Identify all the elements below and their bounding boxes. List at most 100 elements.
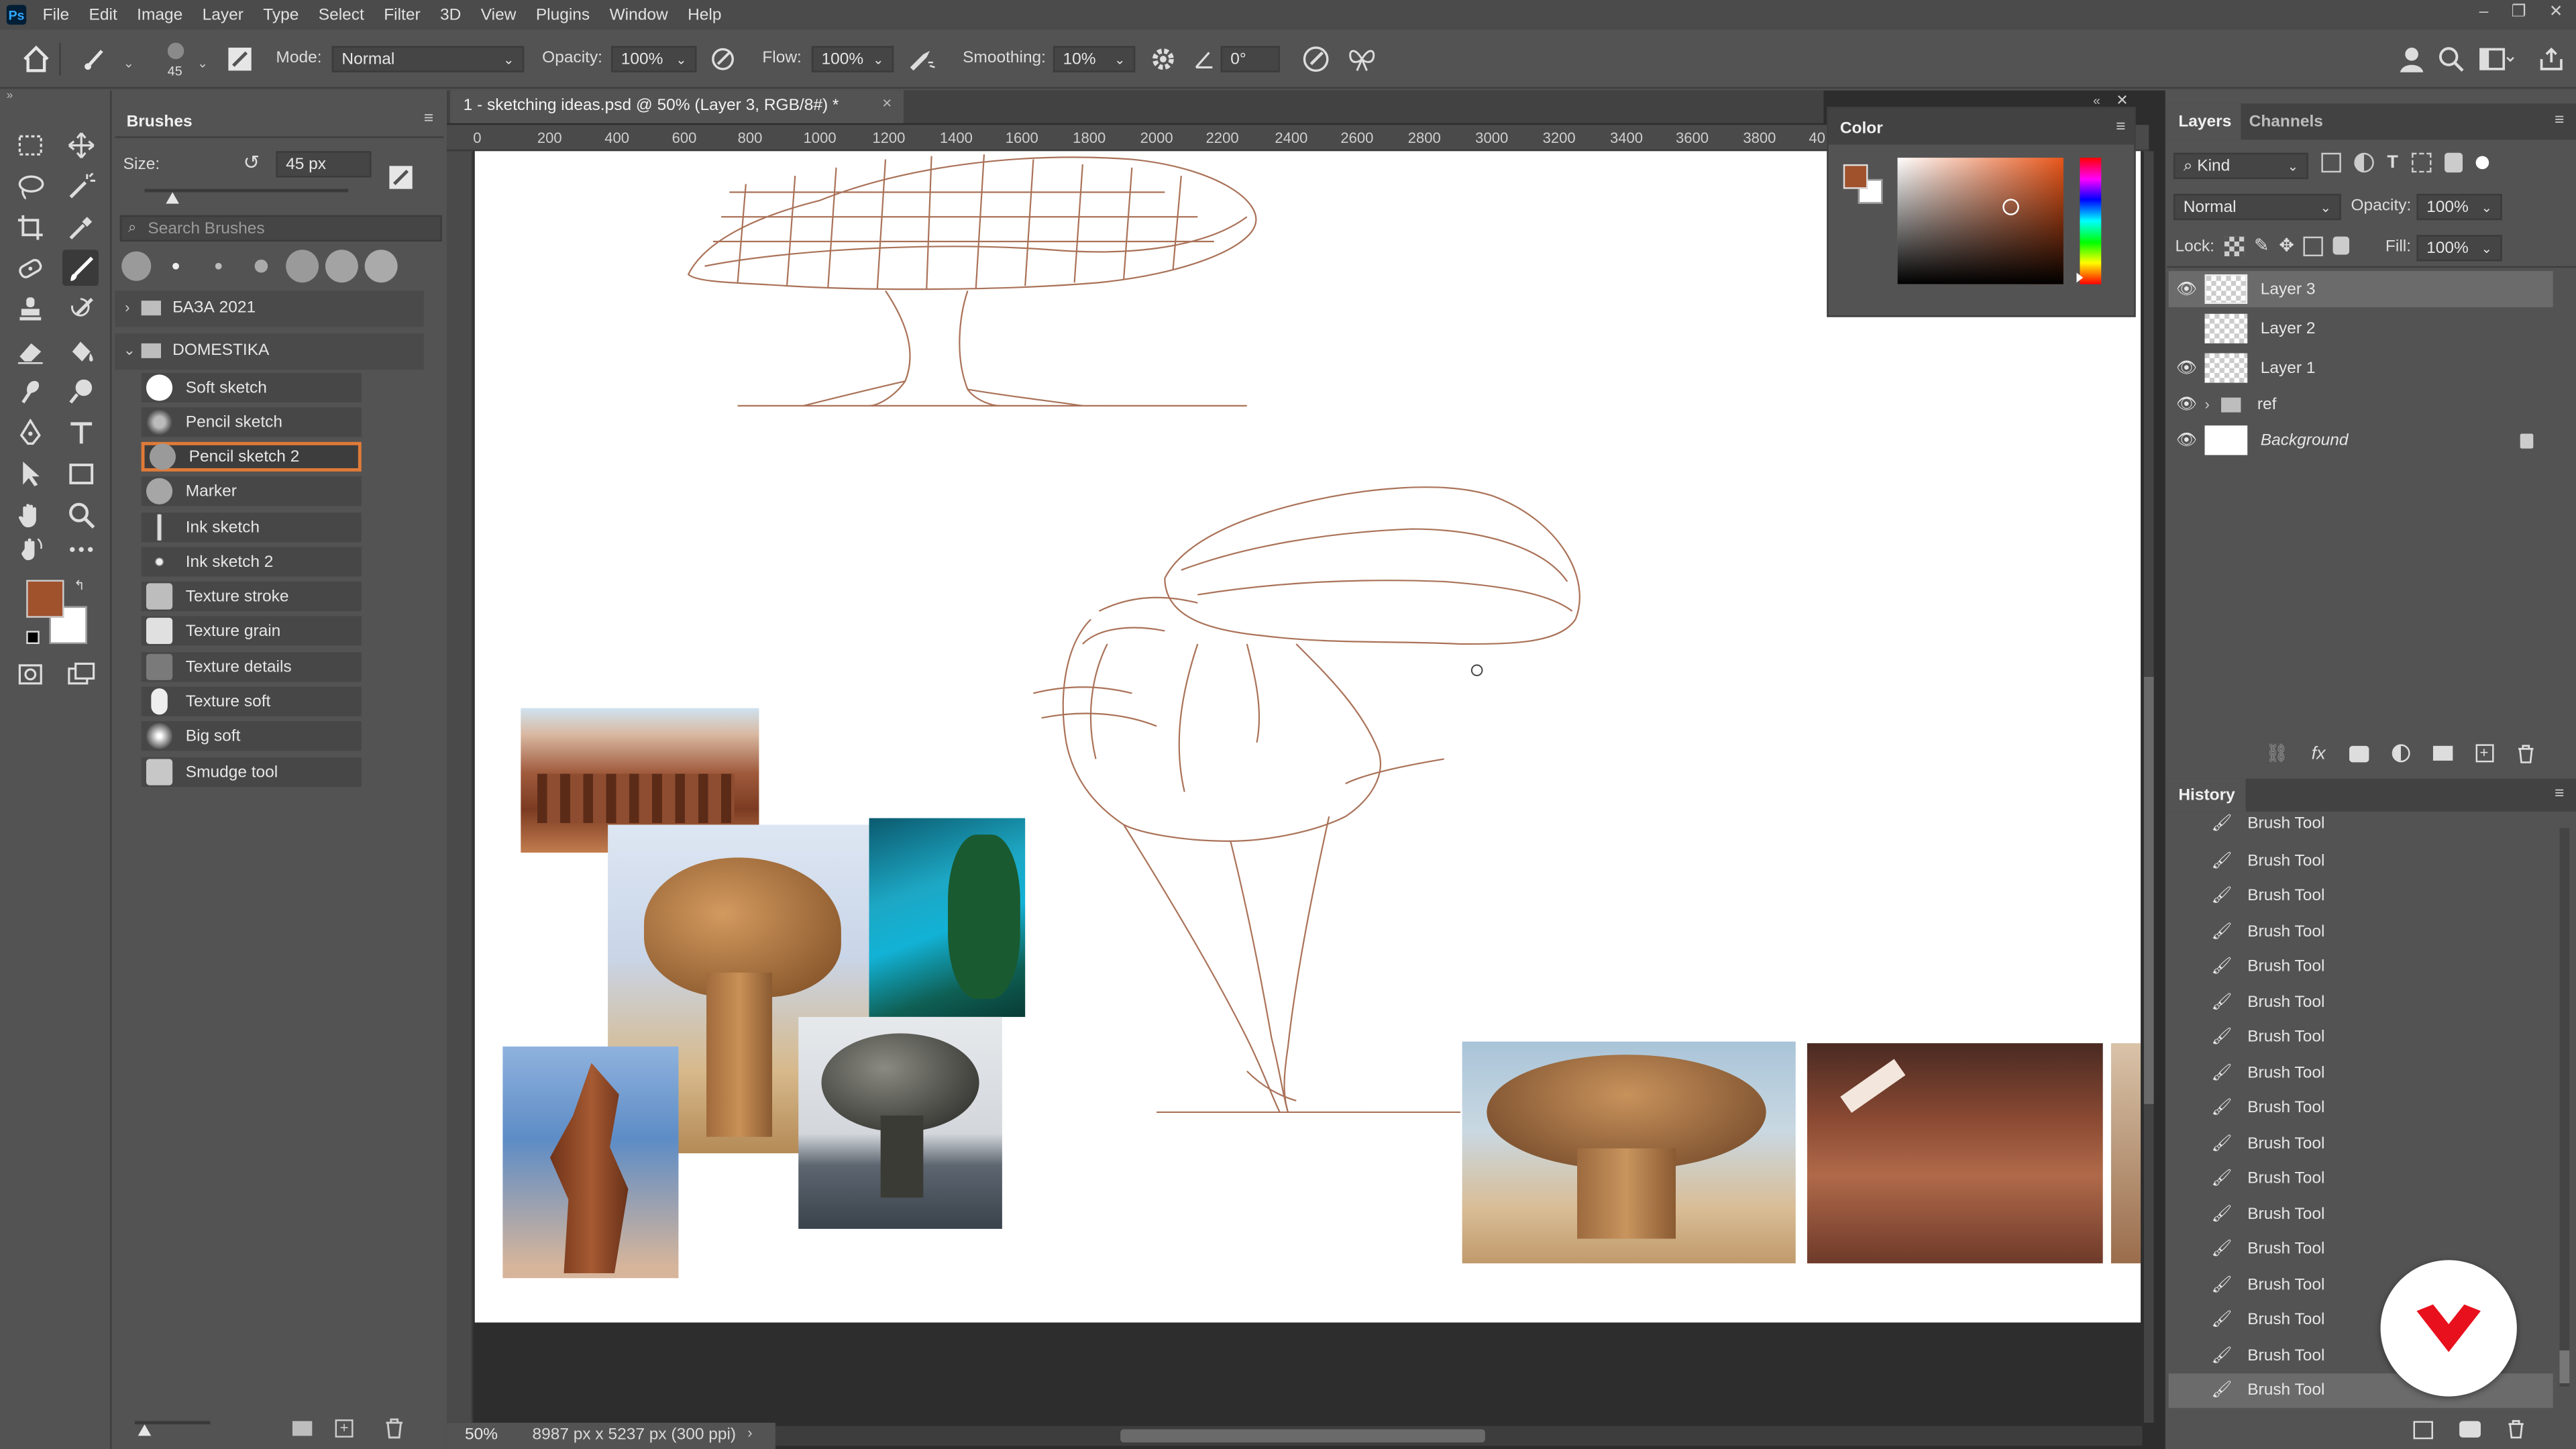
home-icon[interactable]	[21, 44, 51, 74]
layer-name[interactable]: Layer 2	[2261, 319, 2316, 337]
fill-input[interactable]: 100% ⌄	[2416, 235, 2502, 262]
delete-brush-icon[interactable]	[384, 1417, 404, 1439]
history-panel-menu-icon[interactable]: ≡	[2555, 786, 2564, 804]
reference-photo-sea-rock[interactable]	[798, 1016, 1002, 1229]
layers-panel-menu-icon[interactable]: ≡	[2555, 112, 2564, 130]
layer-filter-dropdown[interactable]: ⌕ Kind ⌄	[2174, 152, 2308, 179]
visibility-eye-icon[interactable]: 👁	[2169, 395, 2205, 413]
dodge-tool-icon[interactable]	[62, 373, 99, 409]
tool-preset-arrow-icon[interactable]: ⌄	[123, 56, 134, 70]
workspace-icon[interactable]	[2479, 46, 2516, 72]
history-item[interactable]: 🖌 Brush Tool	[2169, 985, 2553, 1020]
brush-item[interactable]: Big soft	[141, 721, 362, 751]
filter-type-icon[interactable]: T	[2387, 153, 2398, 172]
recent-brush-icon[interactable]	[121, 251, 152, 281]
clone-stamp-tool-icon[interactable]	[11, 290, 48, 327]
layer-row-selected[interactable]: 👁 Layer 3	[2168, 271, 2553, 307]
visibility-eye-icon[interactable]: 👁	[2169, 431, 2205, 449]
hue-slider-thumb[interactable]	[2076, 272, 2084, 283]
brush-search-field[interactable]: ⌕ Search Brushes	[119, 215, 442, 242]
filter-pixel-icon[interactable]	[2321, 152, 2341, 173]
history-scrollbar[interactable]	[2559, 828, 2570, 1387]
color-panel-title[interactable]: Color	[1840, 120, 1883, 138]
color-panel-menu-icon[interactable]: ≡	[2116, 118, 2125, 136]
color-panel-foreground-swatch[interactable]	[1843, 164, 1868, 189]
brush-folder-baza[interactable]: › БАЗА 2021	[115, 290, 424, 327]
rotate-view-tool-icon[interactable]	[11, 531, 48, 567]
filter-adjustment-icon[interactable]	[2354, 152, 2374, 173]
delete-layer-icon[interactable]	[2516, 743, 2534, 763]
brush-tool-icon[interactable]	[62, 250, 99, 286]
search-icon[interactable]	[2438, 46, 2464, 72]
hand-tool-icon[interactable]	[11, 496, 48, 533]
brush-item[interactable]: Texture grain	[141, 616, 362, 646]
layer-name[interactable]: Layer 1	[2261, 359, 2316, 377]
menu-plugins[interactable]: Plugins	[526, 6, 600, 24]
zoom-tool-icon[interactable]	[62, 496, 99, 533]
delete-state-icon[interactable]	[2507, 1419, 2525, 1439]
smudge-tool-icon[interactable]	[11, 373, 48, 409]
layer-group-row[interactable]: 👁 › ref	[2169, 386, 2553, 423]
layer-row-background[interactable]: 👁 Background	[2169, 422, 2553, 458]
tab-layers[interactable]: Layers	[2178, 113, 2231, 131]
color-picker-marker[interactable]	[2002, 199, 2019, 215]
vertical-scroll-thumb[interactable]	[2143, 676, 2154, 1104]
brush-size-slider-thumb[interactable]	[166, 192, 179, 204]
layer-opacity-input[interactable]: 100% ⌄	[2416, 193, 2502, 221]
brush-picker-arrow-icon[interactable]: ⌄	[197, 56, 208, 70]
adjustment-layer-icon[interactable]	[2391, 744, 2410, 763]
history-item-current[interactable]: 🖌 Brush Tool	[2168, 1373, 2553, 1408]
pressure-size-icon[interactable]	[1301, 44, 1331, 74]
menu-filter[interactable]: Filter	[374, 6, 431, 24]
eraser-tool-icon[interactable]	[11, 332, 48, 368]
filter-smart-object-icon[interactable]	[2444, 152, 2463, 173]
crop-tool-icon[interactable]	[11, 209, 48, 245]
menu-image[interactable]: Image	[127, 6, 192, 24]
brushes-panel-title[interactable]: Brushes	[127, 113, 193, 131]
collapse-toolbar-icon[interactable]: »	[7, 91, 13, 102]
brush-item[interactable]: Texture soft	[141, 686, 362, 716]
reference-photo-partial[interactable]	[2110, 1043, 2141, 1264]
zoom-level[interactable]: 50%	[465, 1426, 498, 1444]
smoothing-settings-gear-icon[interactable]	[1150, 46, 1176, 72]
menu-3d[interactable]: 3D	[430, 6, 471, 24]
brush-size-input[interactable]: 45 px	[276, 151, 372, 178]
visibility-eye-icon[interactable]: 👁	[2169, 280, 2205, 299]
folder-expand-icon[interactable]: ›	[125, 299, 129, 315]
folder-collapse-icon[interactable]: ⌄	[123, 341, 136, 360]
mode-dropdown[interactable]: Normal ⌄	[331, 46, 525, 72]
lock-position-icon[interactable]: ✥	[2279, 235, 2294, 256]
brush-tool-preset-icon[interactable]	[82, 46, 108, 72]
history-item[interactable]: 🖌 Brush Tool	[2169, 1091, 2553, 1125]
reference-photo-underwater[interactable]	[869, 818, 1026, 1017]
opacity-input[interactable]: 100% ⌄	[611, 46, 697, 72]
symmetry-butterfly-icon[interactable]	[1347, 44, 1377, 74]
recent-brush-icon[interactable]	[243, 252, 279, 281]
brush-item[interactable]: Texture details	[141, 652, 362, 682]
hue-slider[interactable]	[2076, 158, 2102, 284]
menu-select[interactable]: Select	[309, 6, 374, 24]
layer-name[interactable]: Layer 3	[2261, 280, 2316, 299]
quick-mask-icon[interactable]	[11, 655, 48, 692]
new-brush-icon[interactable]: +	[335, 1419, 354, 1438]
brush-item[interactable]: Texture stroke	[141, 581, 362, 612]
recent-brush-icon[interactable]	[286, 250, 319, 283]
document-dimensions[interactable]: 8987 px x 5237 px (300 ppi)	[532, 1426, 736, 1444]
flow-input[interactable]: 100% ⌄	[811, 46, 894, 72]
history-item[interactable]: 🖌 Brush Tool	[2169, 879, 2553, 913]
menu-help[interactable]: Help	[678, 6, 731, 24]
history-item[interactable]: 🖌 Brush Tool	[2169, 1127, 2553, 1161]
recent-brush-icon[interactable]	[325, 250, 358, 283]
airbrush-icon[interactable]	[907, 46, 936, 72]
history-item[interactable]: 🖌 Brush Tool	[2169, 810, 2553, 836]
filter-toggle-icon[interactable]	[2475, 156, 2489, 170]
reference-photo-canyon[interactable]	[1807, 1043, 2103, 1264]
lasso-tool-icon[interactable]	[11, 168, 48, 204]
lock-all-icon[interactable]	[2333, 236, 2351, 255]
history-item[interactable]: 🖌 Brush Tool	[2169, 915, 2553, 949]
brush-settings-icon[interactable]	[388, 164, 414, 191]
new-folder-icon[interactable]	[292, 1421, 313, 1436]
history-scroll-thumb[interactable]	[2559, 1350, 2570, 1384]
brush-item[interactable]: Soft sketch	[141, 372, 362, 403]
vertical-scrollbar[interactable]	[2143, 151, 2154, 1423]
